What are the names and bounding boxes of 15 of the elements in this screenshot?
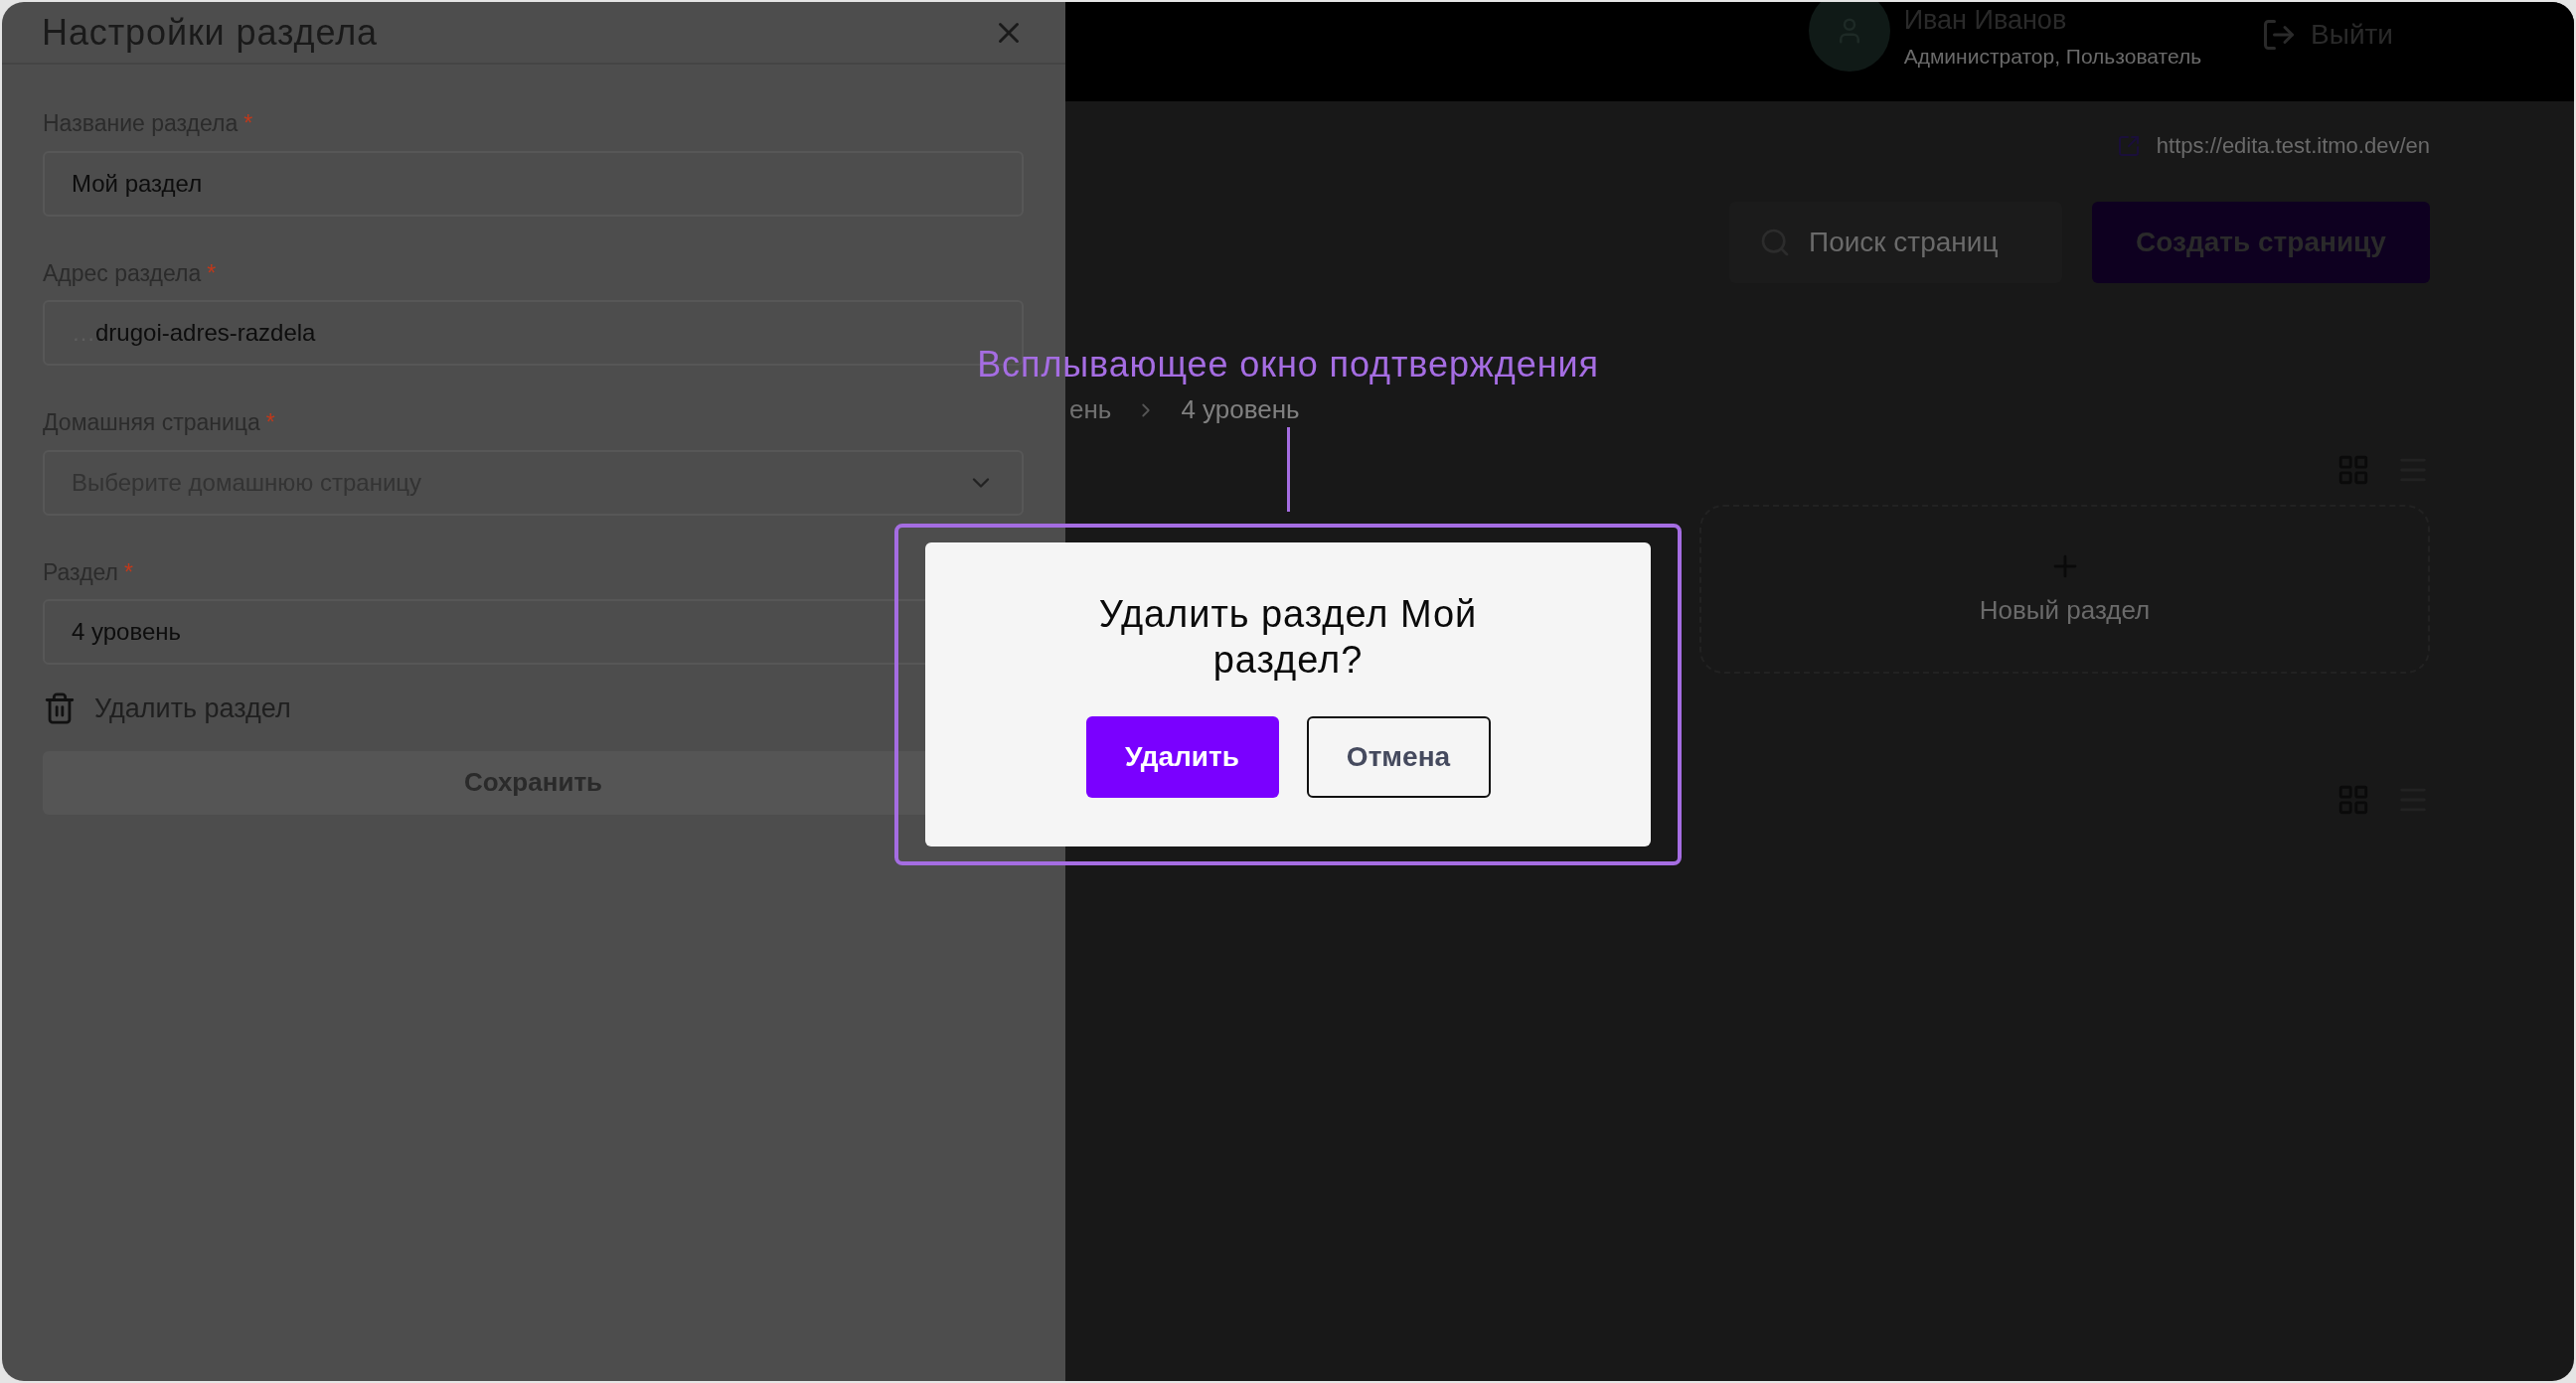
- required-marker: *: [124, 557, 133, 587]
- user-role: Администратор, Пользователь: [1903, 43, 2202, 70]
- breadcrumb-item[interactable]: 4 уровень: [1181, 390, 1300, 429]
- required-marker: *: [243, 109, 253, 138]
- new-section-card[interactable]: Новый раздел: [1699, 505, 2430, 674]
- address-value: drugoi-adres-razdela: [95, 318, 316, 348]
- cancel-button[interactable]: Отмена: [1306, 716, 1491, 798]
- text-input[interactable]: Мой раздел: [43, 150, 1024, 217]
- site-link[interactable]: https://edita.test.itmo.dev/en: [2116, 129, 2430, 162]
- dialog-title: Удалить раздел Мой раздел?: [1097, 592, 1479, 683]
- required-marker: *: [265, 408, 275, 437]
- address-prefix: …: [72, 318, 95, 348]
- delete-button[interactable]: Удалить: [1085, 716, 1279, 798]
- required-marker: *: [207, 258, 217, 288]
- breadcrumb-item[interactable]: ень: [1069, 390, 1112, 429]
